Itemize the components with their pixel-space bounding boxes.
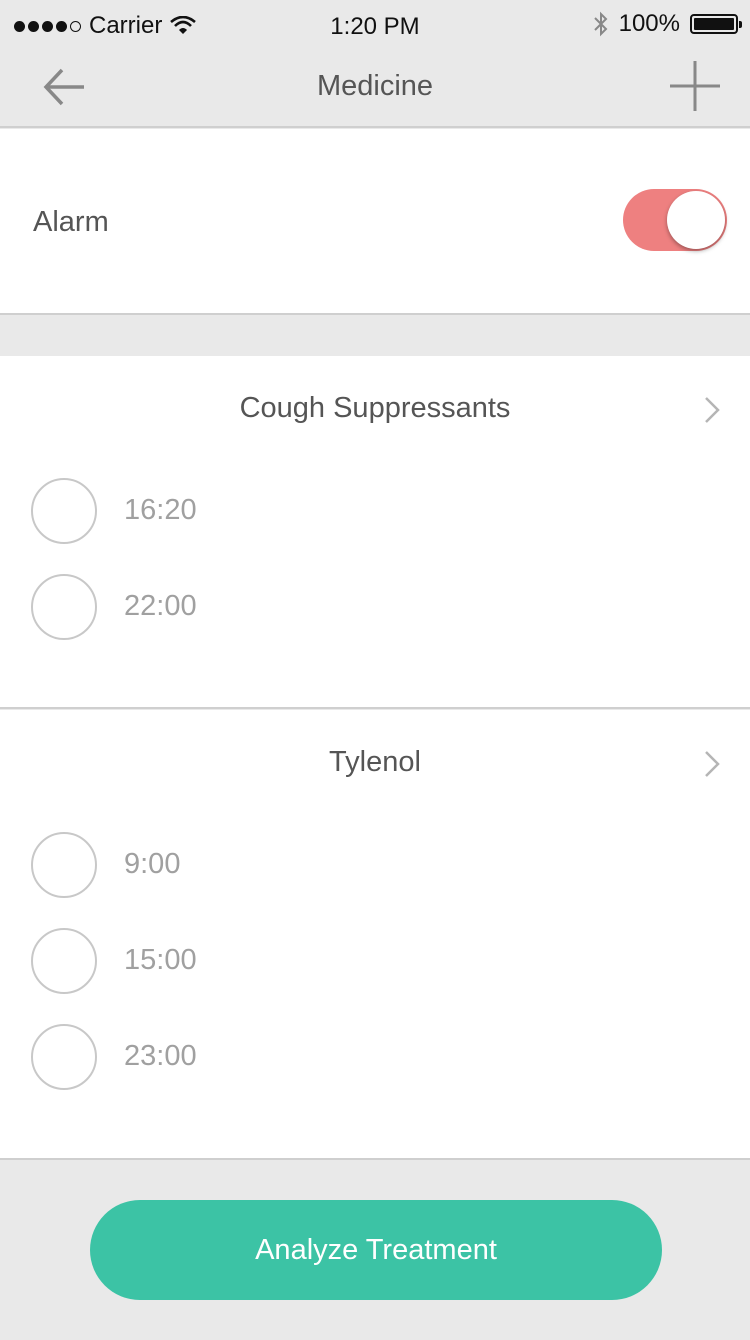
add-medicine-button[interactable]: [668, 59, 722, 113]
status-bar: Carrier 1:20 PM 100%: [0, 0, 750, 52]
dose-row: 23:00: [0, 1010, 750, 1106]
toggle-knob: [667, 191, 725, 249]
dose-checkbox[interactable]: [31, 1024, 97, 1090]
bluetooth-icon: [593, 11, 608, 37]
dose-time: 9:00: [124, 848, 181, 880]
dose-row: 22:00: [0, 560, 750, 656]
dose-checkbox[interactable]: [31, 478, 97, 544]
dose-checkbox[interactable]: [31, 928, 97, 994]
alarm-toggle[interactable]: [623, 189, 727, 251]
medicine-card: Cough Suppressants 16:20 22:00: [0, 356, 750, 709]
medicine-card: Tylenol 9:00 15:00 23:00: [0, 710, 750, 1160]
chevron-right-icon: [705, 397, 720, 423]
status-right: 100%: [593, 10, 742, 38]
page-title: Medicine: [316, 70, 434, 102]
battery-icon: [690, 14, 742, 34]
chevron-right-icon: [705, 751, 720, 777]
bottom-bar: Analyze Treatment: [0, 1160, 750, 1340]
dose-time: 22:00: [124, 590, 197, 622]
analyze-treatment-button[interactable]: Analyze Treatment: [90, 1200, 662, 1300]
dose-time: 16:20: [124, 494, 197, 526]
dose-time: 15:00: [124, 944, 197, 976]
dose-checkbox[interactable]: [31, 574, 97, 640]
medicine-header-cough-suppressants[interactable]: Cough Suppressants: [0, 356, 750, 464]
medicine-header-tylenol[interactable]: Tylenol: [0, 710, 750, 818]
alarm-label: Alarm: [33, 206, 109, 238]
battery-percent: 100%: [618, 10, 680, 37]
medicine-name: Cough Suppressants: [239, 392, 511, 424]
medicine-name: Tylenol: [329, 746, 421, 778]
dose-time: 23:00: [124, 1040, 197, 1072]
plus-icon: [670, 61, 720, 111]
dose-checkbox[interactable]: [31, 832, 97, 898]
dose-row: 15:00: [0, 914, 750, 1010]
alarm-row: Alarm: [0, 129, 750, 315]
dose-row: 16:20: [0, 464, 750, 560]
navigation-bar: Medicine: [0, 52, 750, 128]
dose-row: 9:00: [0, 818, 750, 914]
